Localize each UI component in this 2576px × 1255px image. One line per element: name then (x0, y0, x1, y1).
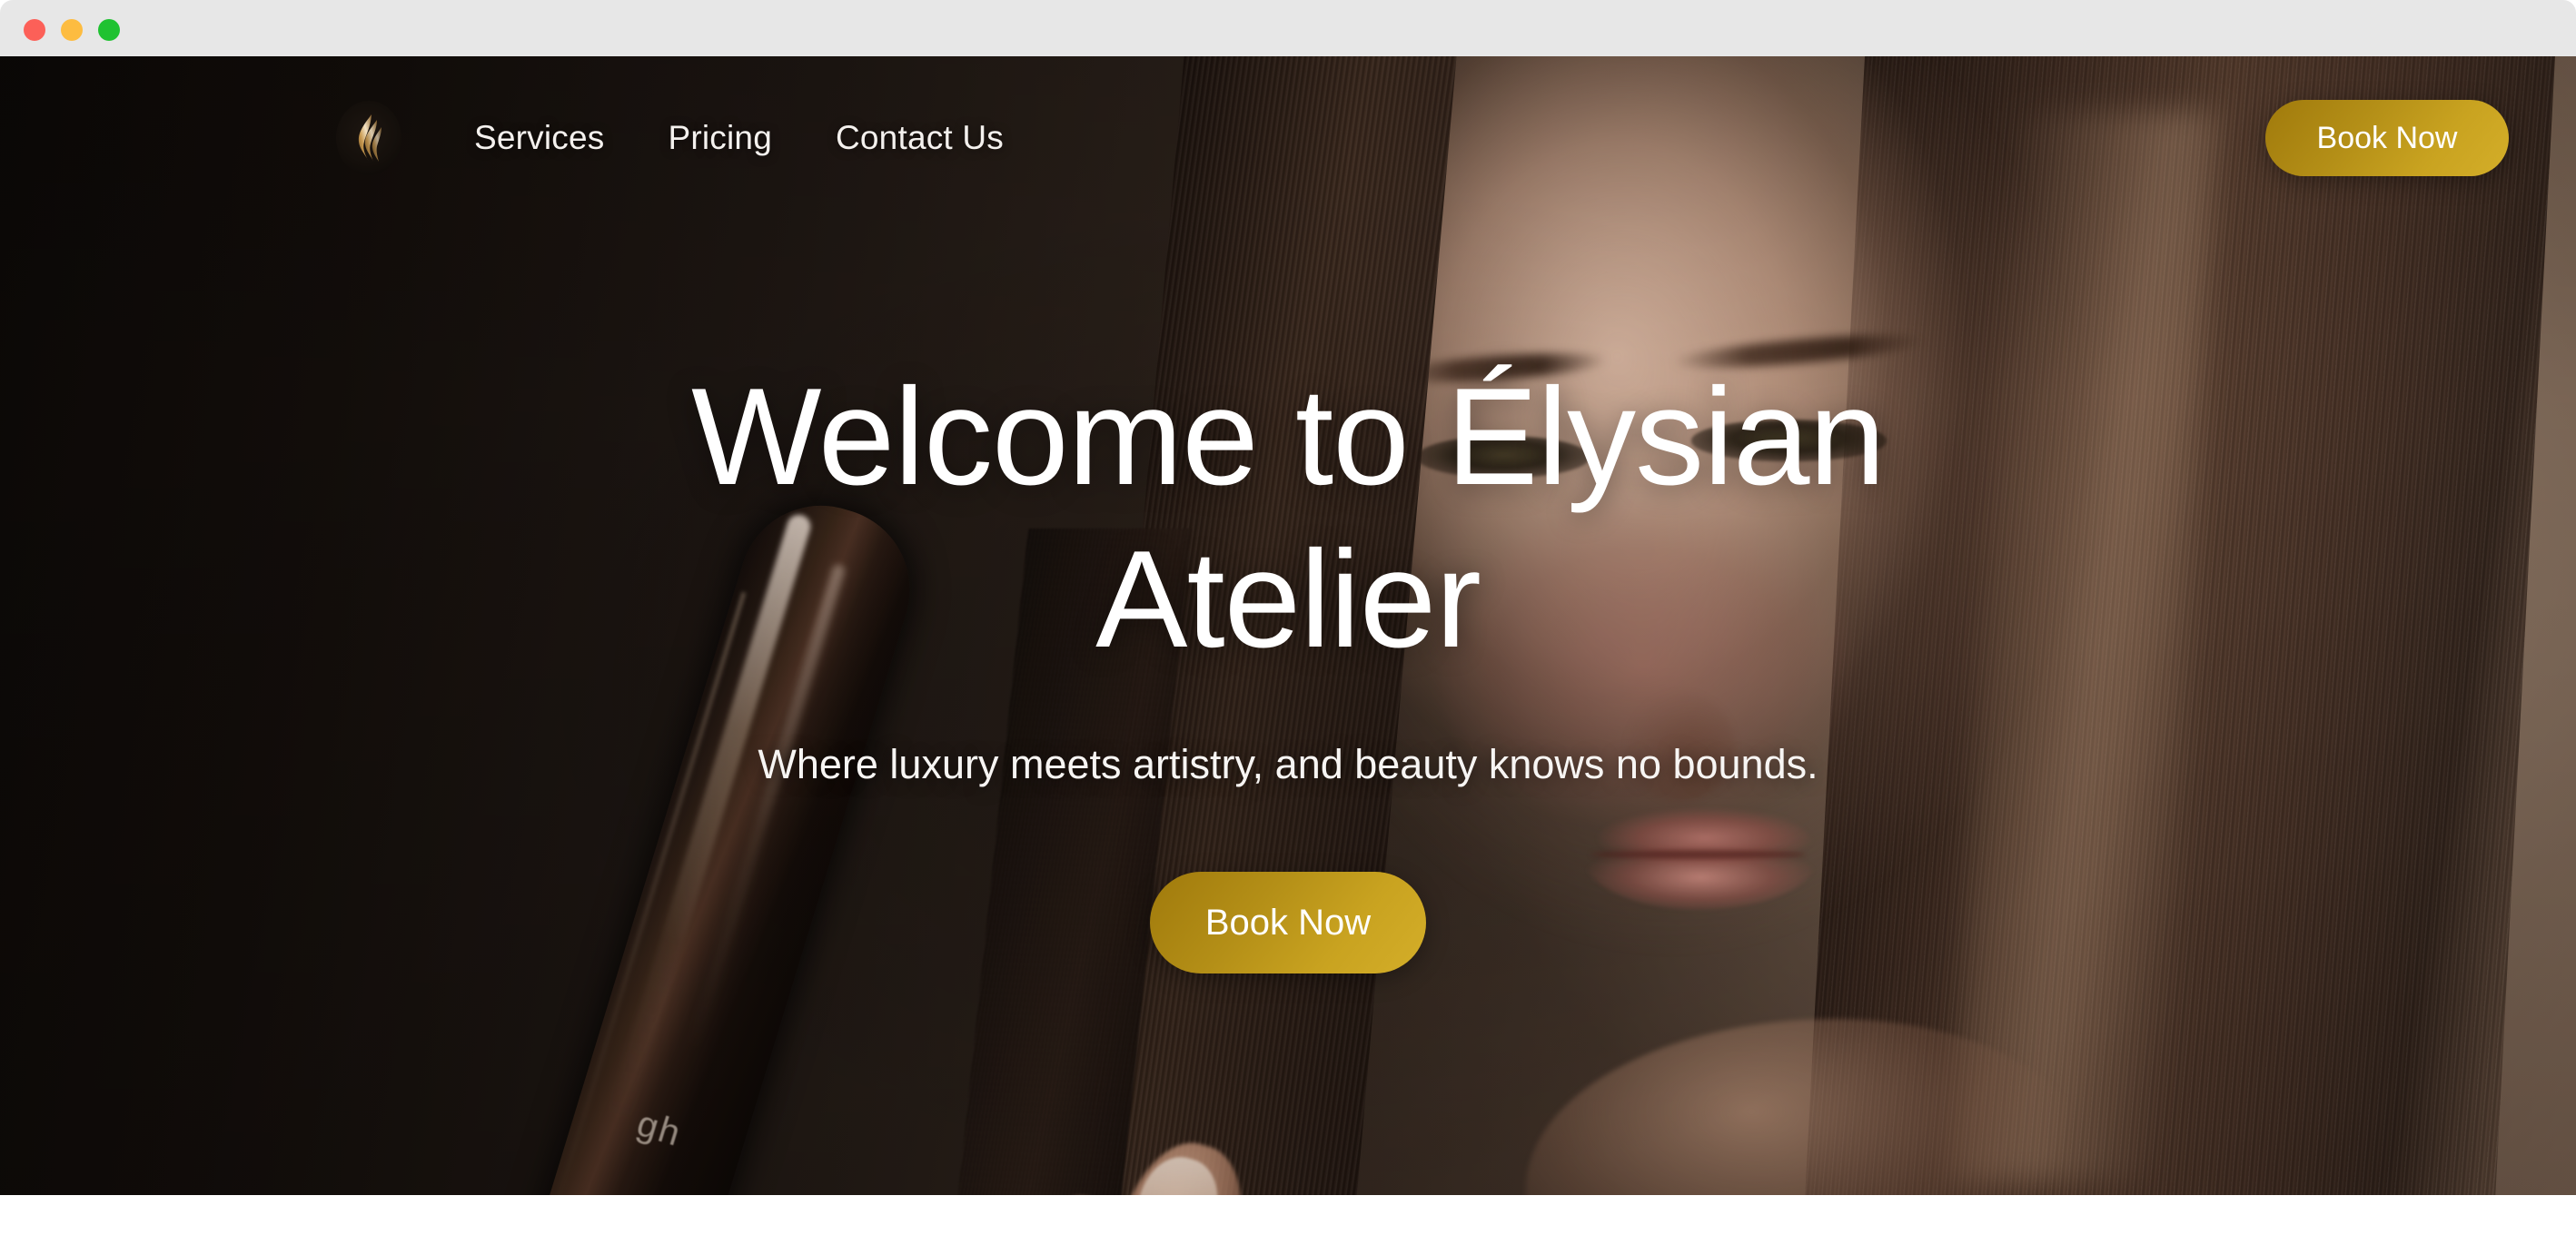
maximize-window-button[interactable] (98, 19, 120, 41)
nav-link-services[interactable]: Services (474, 119, 604, 157)
hero-overlay-scrim (0, 56, 2576, 1195)
navbar-book-now-button[interactable]: Book Now (2265, 100, 2509, 176)
browser-chrome-bar (0, 0, 2576, 56)
site-navbar: Services Pricing Contact Us Book Now (0, 56, 2576, 220)
traffic-lights (24, 19, 120, 41)
close-window-button[interactable] (24, 19, 45, 41)
nav-link-pricing[interactable]: Pricing (668, 119, 772, 157)
next-section-placeholder (0, 1195, 2576, 1255)
hero-section: gh (0, 56, 2576, 1195)
nav-links: Services Pricing Contact Us (474, 119, 1004, 157)
hero-book-now-button[interactable]: Book Now (1150, 872, 1426, 974)
nav-link-contact-us[interactable]: Contact Us (836, 119, 1004, 157)
hero-cta-container: Book Now (1150, 872, 1426, 974)
minimize-window-button[interactable] (61, 19, 83, 41)
flame-logo-icon[interactable] (336, 101, 401, 175)
browser-window: gh (0, 0, 2576, 1255)
